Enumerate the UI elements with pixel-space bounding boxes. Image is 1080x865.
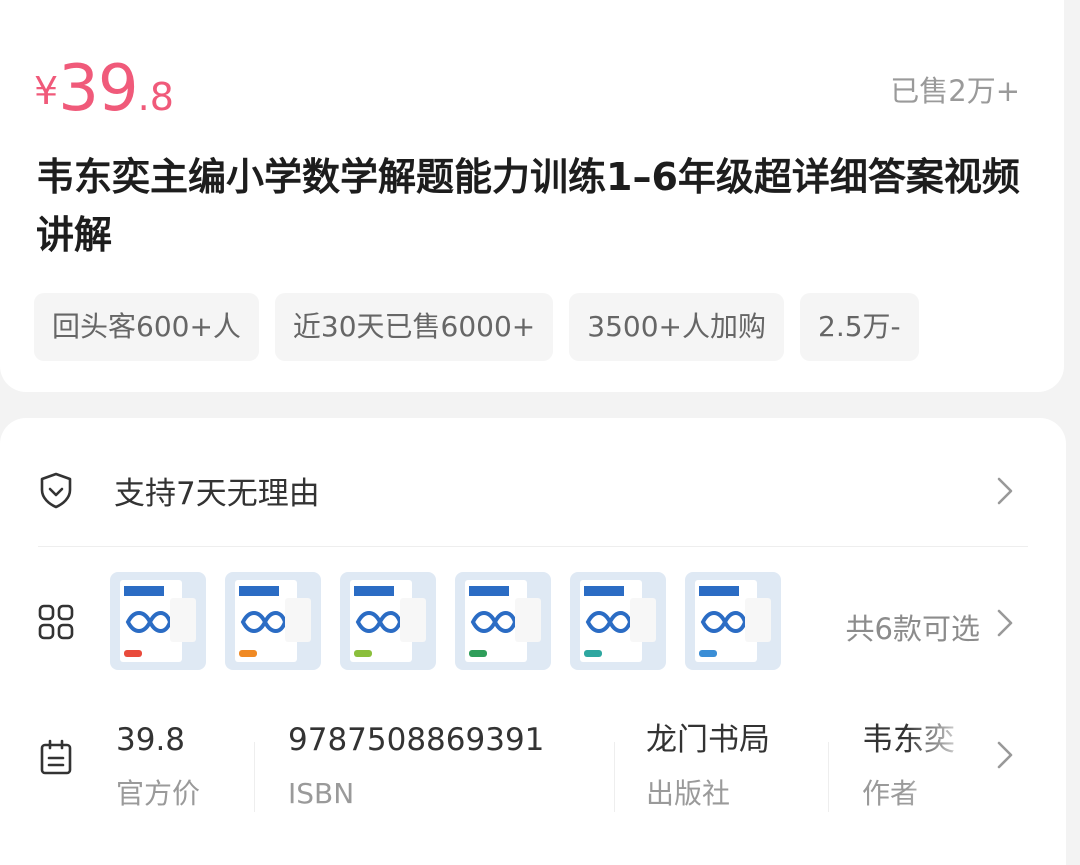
variants-row[interactable]: 共6款可选: [0, 548, 1066, 698]
info-value: 39.8: [116, 722, 186, 758]
info-label: 作者: [862, 777, 919, 810]
variant-thumbnail[interactable]: [340, 572, 436, 670]
guarantee-text: 支持7天无理由: [114, 476, 320, 512]
info-label: 出版社: [646, 777, 731, 810]
product-title: 韦东奕主编小学数学解题能力训练1–6年级超详细答案视频讲解: [36, 155, 1020, 257]
shield-icon: [40, 472, 72, 509]
product-summary-card: ¥39.8 已售2万+ 韦东奕主编小学数学解题能力训练1–6年级超详细答案视频讲…: [0, 0, 1064, 392]
sold-count: 已售2万+: [890, 74, 1020, 108]
info-publisher: 龙门书局 出版社: [646, 720, 770, 814]
tag-repeat-customers: 回头客600+人: [34, 293, 259, 361]
info-author: 韦东奕 作者: [862, 720, 972, 830]
info-value: 韦东奕: [862, 722, 955, 758]
tag-list: 回头客600+人 近30天已售6000+ 3500+人加购 2.5万-: [34, 293, 1034, 361]
variant-thumbnail[interactable]: [225, 572, 321, 670]
price-decimal: .8: [137, 75, 174, 119]
price-integer: 39: [58, 52, 138, 126]
variant-thumbnail[interactable]: [110, 572, 206, 670]
variant-thumbnail[interactable]: [685, 572, 781, 670]
variants-count: 共6款可选: [845, 612, 980, 646]
info-isbn: 9787508869391 ISBN: [288, 720, 544, 814]
column-divider: [614, 742, 615, 812]
info-official-price: 39.8 官方价: [116, 720, 200, 814]
tag-recent-sales: 近30天已售6000+: [274, 293, 554, 361]
chevron-right-icon: [997, 477, 1013, 505]
info-label: 官方价: [116, 777, 201, 810]
chevron-right-icon: [997, 741, 1013, 769]
column-divider: [254, 742, 255, 812]
variant-thumbnails: [110, 572, 781, 670]
variant-thumbnail[interactable]: [570, 572, 666, 670]
tag-more: 2.5万-: [800, 293, 919, 361]
info-value: 9787508869391: [288, 722, 545, 758]
price-currency: ¥: [34, 69, 59, 113]
info-label: ISBN: [288, 777, 355, 810]
price: ¥39.8: [34, 52, 174, 126]
book-info-row[interactable]: 39.8 官方价 9787508869391 ISBN 龙门书局 出版社 韦东奕…: [0, 698, 1066, 858]
tag-cart-adds: 3500+人加购: [569, 293, 784, 361]
divider: [38, 546, 1028, 547]
info-value: 龙门书局: [646, 722, 770, 758]
product-details-card: 支持7天无理由 共6款可选 39.8 官方价 9787508869391 ISB…: [0, 418, 1066, 865]
column-divider: [828, 742, 829, 812]
calendar-icon: [40, 739, 72, 775]
chevron-right-icon: [997, 609, 1013, 637]
grid-icon: [38, 604, 74, 640]
guarantee-row[interactable]: 支持7天无理由: [0, 418, 1066, 548]
variant-thumbnail[interactable]: [455, 572, 551, 670]
